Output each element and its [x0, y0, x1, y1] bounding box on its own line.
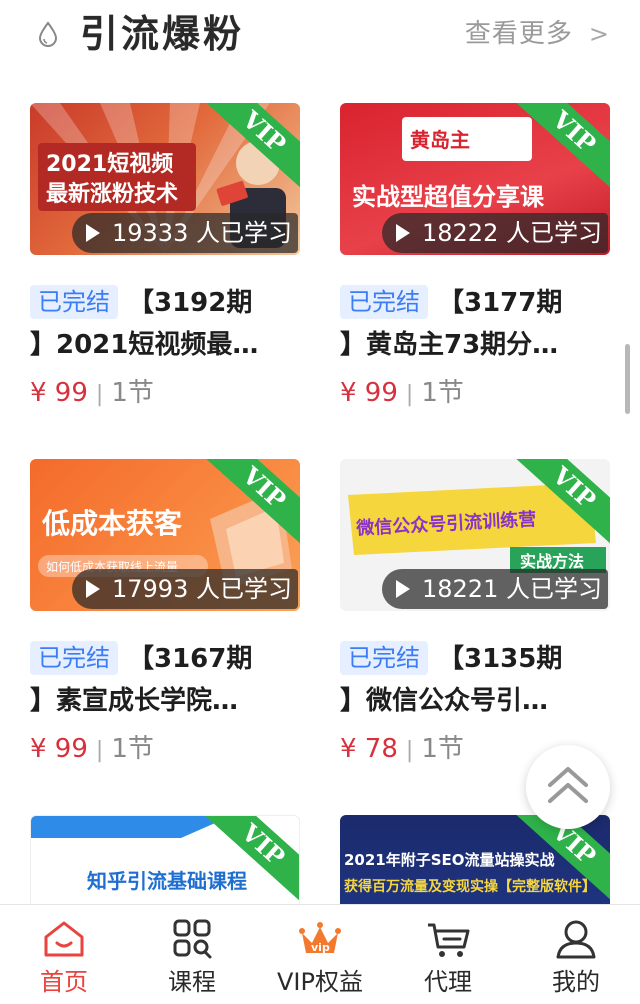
thumb-text: 低成本获客 — [41, 507, 183, 540]
price-row: ¥ 99 | 1节 — [30, 729, 154, 771]
learners-count: 19333 人已学习 — [72, 213, 298, 253]
section-title: 引流爆粉 — [80, 12, 245, 56]
divider: | — [405, 382, 414, 407]
course-card[interactable]: 知乎引流基础课程 VIP — [30, 815, 300, 904]
svg-text:vip: vip — [311, 941, 330, 954]
tab-home[interactable]: 首页 — [0, 905, 128, 1004]
scrollbar[interactable] — [625, 344, 630, 414]
divider: | — [405, 738, 414, 763]
course-thumbnail[interactable]: 黄岛主 实战型超值分享课 VIP 18222 人已学习 — [340, 103, 610, 255]
tab-label: 课程 — [168, 968, 216, 996]
home-icon — [44, 921, 84, 957]
vip-crown-icon: vip — [299, 922, 341, 954]
course-title: 已完结 【3177期 — [340, 283, 610, 323]
tab-courses[interactable]: 课程 — [128, 905, 256, 1004]
chevron-right-icon: > — [588, 20, 610, 48]
play-icon — [396, 580, 410, 598]
tab-label: 首页 — [40, 968, 88, 996]
price: ¥ 99 — [340, 378, 398, 408]
course-title-line2: 】2021短视频最… — [30, 330, 259, 360]
lesson-count: 1节 — [111, 378, 154, 408]
grid-icon — [173, 919, 212, 959]
tab-mine[interactable]: 我的 — [512, 905, 640, 1004]
tab-vip[interactable]: vip VIP权益 — [256, 905, 384, 1004]
play-icon — [396, 224, 410, 242]
learners-count: 18222 人已学习 — [382, 213, 608, 253]
lesson-count: 1节 — [421, 378, 464, 408]
double-chevron-up-icon — [548, 767, 588, 803]
status-badge: 已完结 — [30, 285, 118, 319]
thumb-text: 2021年附子SEO流量站操实战 — [344, 851, 555, 869]
thumb-text: 黄岛主 — [410, 128, 470, 152]
course-title: 已完结 【3167期 — [30, 639, 300, 679]
tab-label: 我的 — [552, 968, 600, 996]
course-thumbnail[interactable]: 知乎引流基础课程 VIP — [30, 815, 300, 904]
user-icon — [556, 920, 596, 959]
price: ¥ 99 — [30, 378, 88, 408]
course-title-line2: 】黄岛主73期分… — [340, 330, 559, 360]
price-row: ¥ 99 | 1节 — [340, 373, 464, 415]
status-badge: 已完结 — [340, 285, 428, 319]
thumb-text: 获得百万流量及变现实操【完整版软件】 — [344, 878, 596, 895]
thumb-text: 实战型超值分享课 — [352, 183, 545, 211]
price: ¥ 78 — [340, 734, 398, 764]
course-title-line2: 】素宣成长学院… — [30, 686, 239, 716]
lesson-count: 1节 — [111, 734, 154, 764]
play-icon — [86, 224, 100, 242]
thumb-text: 知乎引流基础课程 — [87, 869, 247, 893]
course-title: 已完结 【3135期 — [340, 639, 610, 679]
course-thumbnail[interactable]: 低成本获客 如何低成本获取线上流量 VIP 17993 人已学习 — [30, 459, 300, 611]
view-more-link[interactable]: 查看更多 > — [465, 14, 610, 54]
tab-label: VIP权益 — [277, 968, 363, 996]
course-thumbnail[interactable]: 2021短视频 最新涨粉技术 VIP 19333 人已学习 — [30, 103, 300, 255]
price-row: ¥ 78 | 1节 — [340, 729, 464, 771]
course-title: 已完结 【3192期 — [30, 283, 300, 323]
divider: | — [95, 738, 104, 763]
bottom-tab-bar: 首页 课程 vip VIP权益 代理 我的 — [0, 904, 640, 1004]
divider: | — [95, 382, 104, 407]
thumb-text: 最新涨粉技术 — [46, 181, 178, 207]
back-to-top-button[interactable] — [526, 745, 610, 829]
learners-count: 17993 人已学习 — [72, 569, 298, 609]
thumb-text: 2021短视频 — [46, 151, 173, 177]
water-drop-icon — [38, 21, 58, 47]
lesson-count: 1节 — [421, 734, 464, 764]
cart-icon — [428, 923, 470, 957]
status-badge: 已完结 — [30, 641, 118, 675]
status-badge: 已完结 — [340, 641, 428, 675]
course-title-line2: 】微信公众号引… — [340, 686, 549, 716]
price: ¥ 99 — [30, 734, 88, 764]
tab-label: 代理 — [424, 968, 472, 996]
section-header: 引流爆粉 查看更多 > — [0, 0, 640, 70]
tab-agent[interactable]: 代理 — [384, 905, 512, 1004]
learners-count: 18221 人已学习 — [382, 569, 608, 609]
play-icon — [86, 580, 100, 598]
price-row: ¥ 99 | 1节 — [30, 373, 154, 415]
course-thumbnail[interactable]: 微信公众号引流训练营 实战方法 VIP 18221 人已学习 — [340, 459, 610, 611]
